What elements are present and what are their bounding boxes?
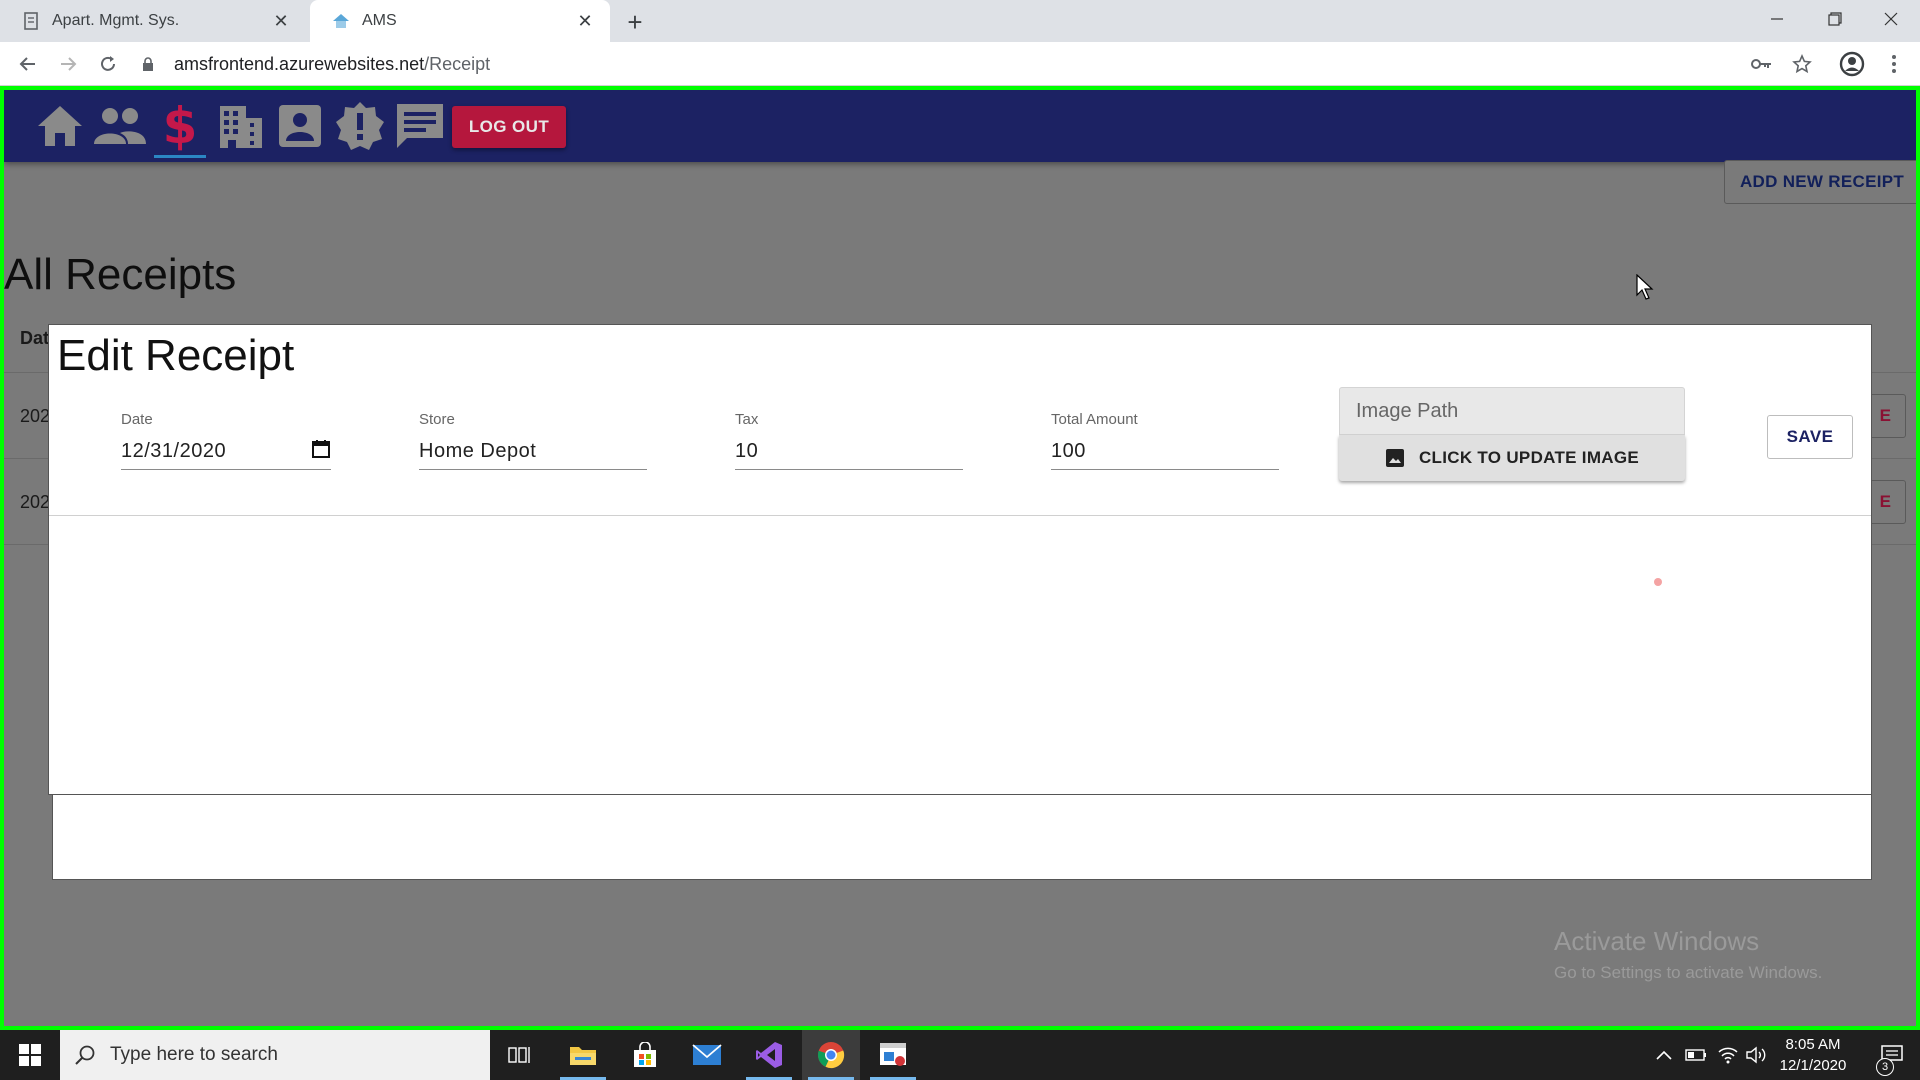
update-image-label: CLICK TO UPDATE IMAGE xyxy=(1418,448,1640,467)
date-input[interactable]: 12/31/2020 xyxy=(121,434,331,470)
menu-dots-icon[interactable] xyxy=(1880,50,1908,78)
taskbar-search-box[interactable]: Type here to search xyxy=(60,1030,490,1080)
browser-tab-strip: Apart. Mgmt. Sys. ✕ AMS ✕ + xyxy=(0,0,1920,42)
app-bar: $ LOG OUT xyxy=(4,90,1916,162)
search-placeholder: Type here to search xyxy=(110,1044,278,1065)
url-path: /Receipt xyxy=(424,53,491,74)
browser-tab-ams[interactable]: AMS ✕ xyxy=(310,0,610,42)
minimize-icon[interactable] xyxy=(1748,0,1806,38)
store-input[interactable]: Home Depot xyxy=(419,434,647,470)
total-amount-input[interactable]: 100 xyxy=(1051,434,1279,470)
page-title: All Receipts xyxy=(4,250,237,299)
forward-icon[interactable] xyxy=(54,50,82,78)
windows-start-icon[interactable] xyxy=(0,1030,60,1080)
store-icon[interactable] xyxy=(616,1030,674,1080)
alert-icon[interactable] xyxy=(332,100,388,152)
table-row-date: 202 xyxy=(20,406,51,426)
wifi-icon[interactable] xyxy=(1714,1030,1742,1080)
total-amount-label: Total Amount xyxy=(1051,411,1138,428)
mail-icon[interactable] xyxy=(678,1030,736,1080)
home-icon[interactable] xyxy=(32,100,88,152)
tax-label: Tax xyxy=(735,411,759,428)
chevron-up-icon[interactable] xyxy=(1652,1030,1676,1080)
restore-icon[interactable] xyxy=(1806,0,1864,38)
profile-icon[interactable] xyxy=(1838,50,1866,78)
add-new-receipt-button[interactable]: ADD NEW RECEIPT xyxy=(1724,160,1916,204)
dialog-divider xyxy=(49,515,1871,516)
mouse-cursor-icon xyxy=(1636,273,1654,305)
battery-icon[interactable] xyxy=(1682,1030,1710,1080)
clock-time: 8:05 AM xyxy=(1785,1036,1841,1053)
table-row-date: 202 xyxy=(20,492,51,512)
image-icon xyxy=(1385,449,1404,467)
close-icon[interactable]: ✕ xyxy=(574,10,596,32)
tab-title: AMS xyxy=(362,12,397,29)
building-icon[interactable] xyxy=(212,100,268,152)
file-explorer-icon[interactable] xyxy=(554,1030,612,1080)
reload-icon[interactable] xyxy=(94,50,122,78)
date-value: 12/31/2020 xyxy=(121,440,227,462)
date-field[interactable]: Date 12/31/2020 xyxy=(121,411,331,470)
clock-date: 12/1/2020 xyxy=(1779,1057,1847,1074)
window-close-icon[interactable] xyxy=(1862,0,1920,38)
calendar-icon[interactable] xyxy=(311,439,331,465)
dollar-icon[interactable]: $ xyxy=(152,97,208,158)
tab-title: Apart. Mgmt. Sys. xyxy=(52,12,180,29)
dollar-glyph: $ xyxy=(162,97,198,155)
chrome-icon[interactable] xyxy=(802,1030,860,1080)
update-image-button[interactable]: CLICK TO UPDATE IMAGE xyxy=(1339,435,1685,481)
search-icon xyxy=(75,1045,95,1065)
store-label: Store xyxy=(419,411,455,428)
image-path-input[interactable]: Image Path xyxy=(1339,387,1685,435)
volume-icon[interactable] xyxy=(1742,1030,1770,1080)
edit-receipt-dialog: Edit Receipt Date 12/31/2020 Store Home … xyxy=(48,324,1872,795)
date-label: Date xyxy=(121,411,153,428)
browser-tab-apart-mgmt[interactable]: Apart. Mgmt. Sys. ✕ xyxy=(0,0,306,42)
watermark-title: Activate Windows xyxy=(1554,926,1760,956)
visual-studio-icon[interactable] xyxy=(740,1030,798,1080)
house-icon xyxy=(332,12,350,30)
document-icon xyxy=(22,12,40,30)
tax-field[interactable]: Tax 10 xyxy=(735,411,963,470)
dialog-title: Edit Receipt xyxy=(57,331,295,380)
tax-input[interactable]: 10 xyxy=(735,434,963,470)
url-host: amsfrontend.azurewebsites.net xyxy=(174,53,425,74)
store-field[interactable]: Store Home Depot xyxy=(419,411,647,470)
close-icon[interactable]: ✕ xyxy=(270,10,292,32)
loading-dot xyxy=(1654,578,1662,586)
activate-windows-watermark: Activate Windows Go to Settings to activ… xyxy=(1554,926,1822,983)
address-bar[interactable]: amsfrontend.azurewebsites.net/Receipt xyxy=(140,48,1750,80)
windows-taskbar: Type here to search 8:05 AM 12/1/2020 3 xyxy=(0,1030,1920,1080)
people-icon[interactable] xyxy=(92,100,148,152)
lock-icon xyxy=(140,56,156,72)
watermark-subtitle: Go to Settings to activate Windows. xyxy=(1554,963,1823,982)
message-icon[interactable] xyxy=(392,100,448,152)
page-viewport: $ LOG OUT ADD NEW RECEIPT All Receipts D… xyxy=(0,86,1920,1030)
notification-count-badge: 3 xyxy=(1876,1058,1894,1076)
account-icon[interactable] xyxy=(272,100,328,152)
task-view-icon[interactable] xyxy=(490,1030,548,1080)
save-button[interactable]: SAVE xyxy=(1767,415,1853,459)
taskbar-clock[interactable]: 8:05 AM 12/1/2020 xyxy=(1770,1034,1856,1076)
back-icon[interactable] xyxy=(14,50,42,78)
total-amount-field[interactable]: Total Amount 100 xyxy=(1051,411,1279,470)
browser-toolbar: amsfrontend.azurewebsites.net/Receipt xyxy=(0,42,1920,86)
app-window-icon[interactable] xyxy=(864,1030,922,1080)
key-icon[interactable] xyxy=(1748,50,1776,78)
table-header-date: Dat xyxy=(20,328,50,348)
new-tab-button[interactable]: + xyxy=(622,7,648,37)
logout-button[interactable]: LOG OUT xyxy=(452,106,566,148)
star-icon[interactable] xyxy=(1788,50,1816,78)
